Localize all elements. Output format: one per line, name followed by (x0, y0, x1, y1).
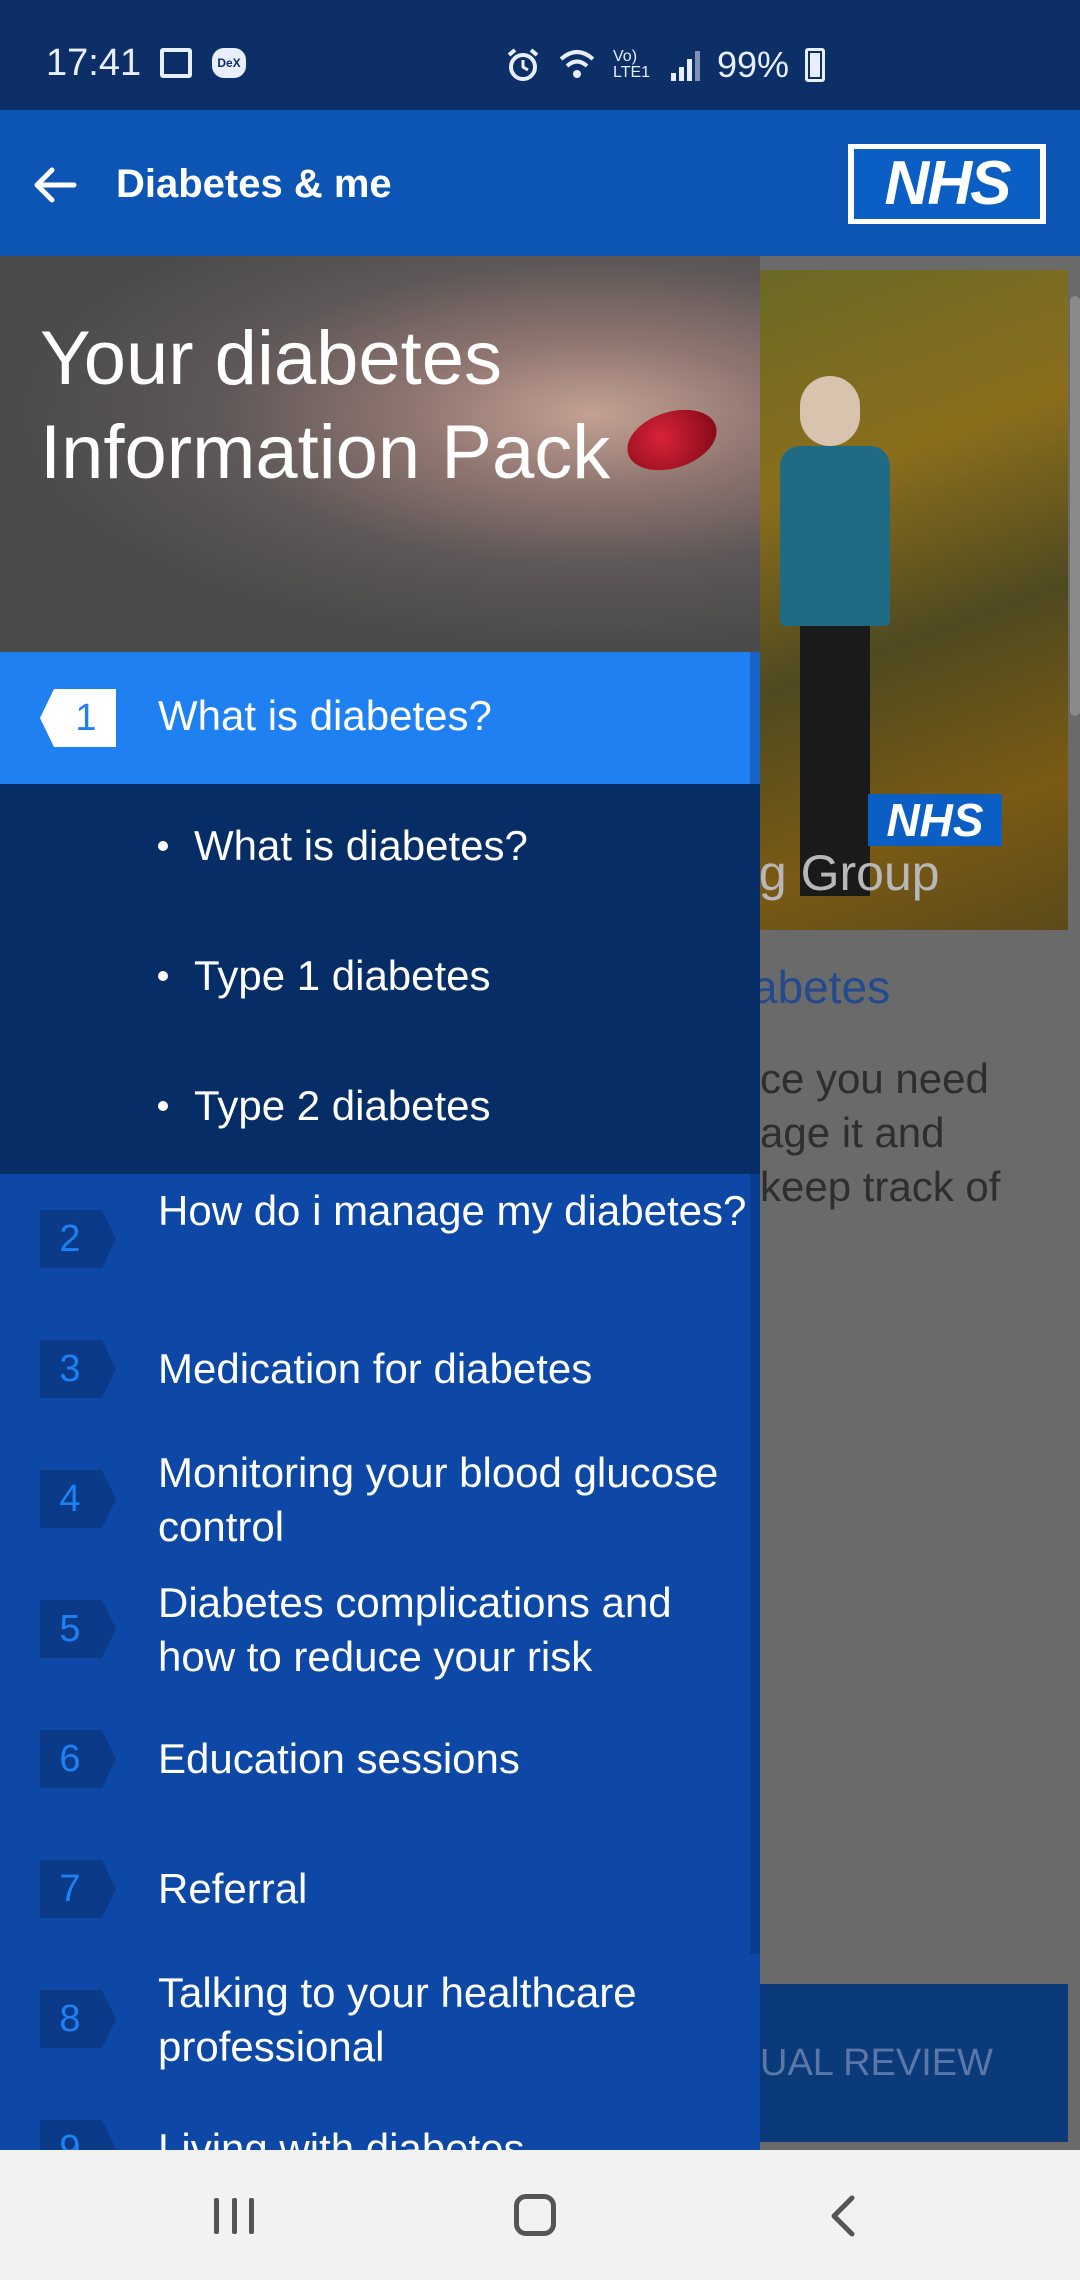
chapter-item-5[interactable]: 5 Diabetes complications and how to redu… (0, 1564, 760, 1694)
dex-icon: DeX (212, 48, 246, 78)
chapter-label: Living with diabetes (158, 2125, 525, 2150)
annual-review-button[interactable]: UAL REVIEW (760, 1984, 1068, 2142)
battery-charging-icon (805, 48, 826, 82)
status-right-icons: Vo) LTE1 99% (505, 44, 826, 86)
chapter-label: Education sessions (158, 1735, 520, 1782)
subsection-item[interactable]: What is diabetes? (158, 822, 528, 870)
subsection-item[interactable]: Type 1 diabetes (158, 952, 491, 1000)
chapter-item-4[interactable]: 4 Monitoring your blood glucose control (0, 1434, 760, 1564)
chapter-item-1[interactable]: 1 What is diabetes? (0, 652, 760, 784)
background-heading: abetes (760, 961, 891, 1013)
background-paragraph: ce you need age it and keep track of (760, 1052, 1070, 1214)
navigation-drawer: Your diabetes Information Pack 1 What is… (0, 256, 760, 2150)
chapter-item-3[interactable]: 3 Medication for diabetes (0, 1304, 760, 1434)
network-type: Vo) LTE1 (613, 48, 651, 81)
chapter-number-tab: 8 (40, 1990, 116, 2048)
chapter-number-tab: 2 (40, 1210, 116, 1268)
chapter-number-tab: 1 (40, 689, 116, 747)
chapter-item-2[interactable]: 2 How do i manage my diabetes? (0, 1174, 760, 1304)
paragraph-line: age it and (760, 1109, 945, 1156)
group-caption: ing Group (760, 845, 940, 901)
chapter-subsections: What is diabetes? Type 1 diabetes Type 2… (0, 784, 760, 1174)
chapter-number-tab: 6 (40, 1730, 116, 1788)
chapter-number: 8 (59, 1998, 81, 2040)
chapter-label: Diabetes complications and how to reduce… (158, 1579, 672, 1680)
nhs-badge: NHS (868, 794, 1002, 846)
chapter-number: 5 (59, 1608, 81, 1650)
chapter-number-tab: 7 (40, 1860, 116, 1918)
chapter-number: 7 (59, 1868, 81, 1910)
chapter-label: Referral (158, 1865, 308, 1912)
drawer-scroll-thumb[interactable] (750, 652, 760, 784)
chapter-label: Monitoring your blood glucose control (158, 1449, 719, 1550)
bullet-icon (158, 841, 168, 851)
chapter-number-tab: 4 (40, 1470, 116, 1528)
app-title: Diabetes & me (116, 162, 392, 206)
subsection-label: Type 2 diabetes (194, 1082, 491, 1129)
home-icon[interactable] (514, 2194, 556, 2236)
paragraph-line: keep track of (760, 1163, 1001, 1210)
status-left-icons: DeX (160, 48, 246, 78)
chapter-number: 6 (59, 1738, 81, 1780)
back-arrow-icon[interactable] (30, 160, 80, 210)
chapter-number-tab: 5 (40, 1600, 116, 1658)
app-bar: Diabetes & me NHS (0, 110, 1080, 256)
chapter-number: 4 (59, 1478, 81, 1520)
chapter-item-9[interactable]: 9 Living with diabetes (0, 2084, 760, 2150)
chapter-item-7[interactable]: 7 Referral (0, 1824, 760, 1954)
battery-percent: 99% (717, 44, 790, 85)
subsection-label: What is diabetes? (194, 822, 528, 869)
chapter-label: Talking to your healthcare professional (158, 1969, 637, 2070)
chapter-number: 2 (59, 1218, 81, 1260)
subsection-item[interactable]: Type 2 diabetes (158, 1082, 491, 1130)
recent-apps-icon[interactable] (214, 2198, 254, 2234)
drawer-hero-title: Your diabetes Information Pack (40, 316, 611, 495)
chapter-number-tab: 3 (40, 1340, 116, 1398)
paragraph-line: ce you need (760, 1055, 989, 1102)
status-bar: 17:41 DeX Vo) LTE1 99% (0, 0, 1080, 110)
status-time: 17:41 (46, 42, 142, 84)
chapter-item-6[interactable]: 6 Education sessions (0, 1694, 760, 1824)
bullet-icon (158, 1101, 168, 1111)
chapter-number: 3 (59, 1348, 81, 1390)
chapter-label: How do i manage my diabetes? (158, 1187, 747, 1234)
signal-icon (671, 51, 700, 81)
page-scrollbar[interactable] (1070, 296, 1080, 716)
nhs-logo-text: NHS (854, 149, 1040, 219)
system-nav-bar (0, 2150, 1080, 2280)
chapter-item-8[interactable]: 8 Talking to your healthcare professiona… (0, 1954, 760, 2084)
alarm-icon (507, 48, 539, 81)
chapter-number: 9 (59, 2128, 81, 2150)
chapter-label: What is diabetes? (158, 692, 492, 739)
back-icon[interactable] (824, 2194, 864, 2238)
chapter-label: Medication for diabetes (158, 1345, 593, 1392)
screen-cast-icon (160, 48, 192, 78)
wifi-icon (559, 50, 595, 78)
nhs-logo: NHS (848, 144, 1046, 224)
drawer-hero: Your diabetes Information Pack (0, 256, 760, 652)
chapter-number-tab: 9 (40, 2120, 116, 2150)
subsection-label: Type 1 diabetes (194, 952, 491, 999)
bullet-icon (158, 971, 168, 981)
chapter-number: 1 (75, 697, 97, 739)
